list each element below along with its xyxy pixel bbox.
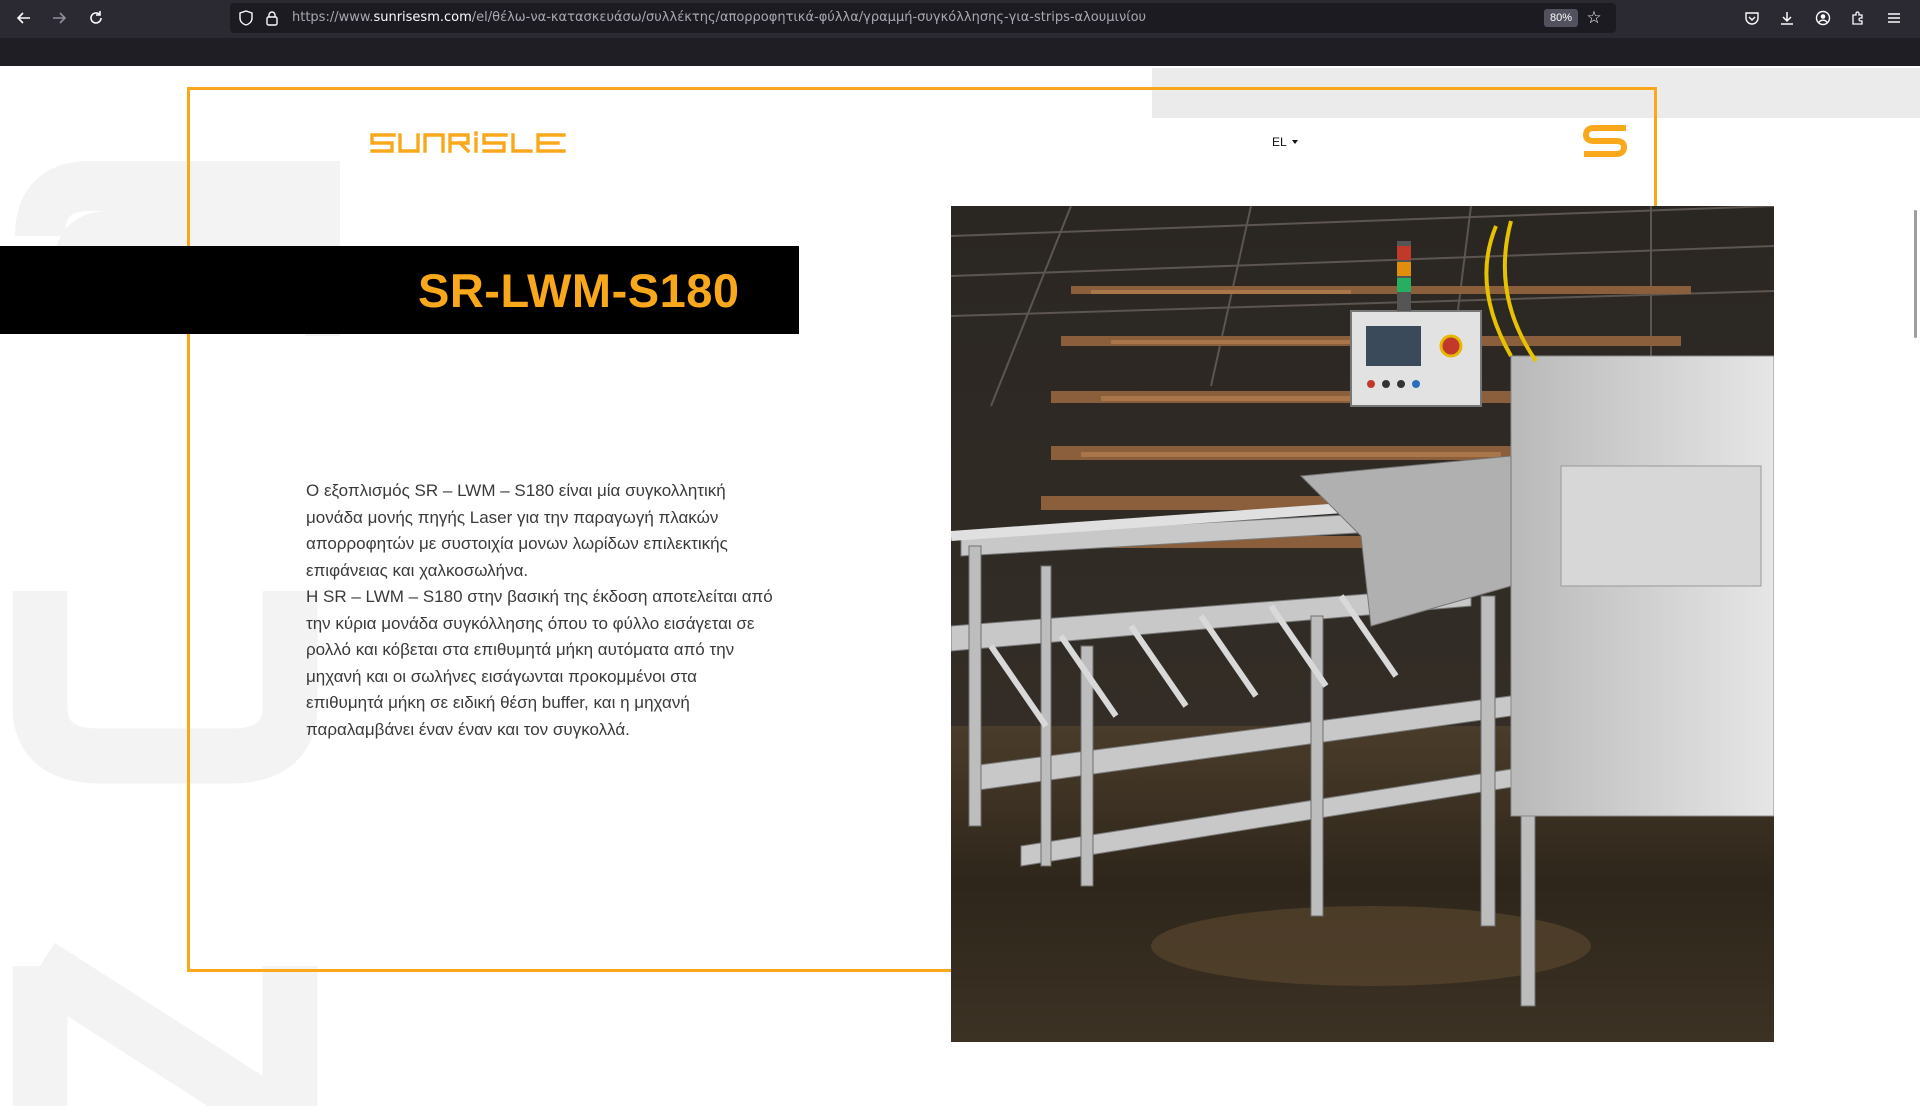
url-prefix: https://www. xyxy=(292,10,374,25)
url-host: sunrisesm.com xyxy=(373,10,472,25)
language-label: EL xyxy=(1272,135,1287,149)
pocket-icon[interactable] xyxy=(1740,6,1764,30)
description-paragraph-1: Ο εξοπλισμός SR – LWM – S180 είναι μία σ… xyxy=(306,481,728,580)
chevron-down-icon xyxy=(1291,140,1298,144)
shield-icon[interactable] xyxy=(238,10,254,26)
address-bar[interactable]: https://www.sunrisesm.com/el/θέλω-να-κατ… xyxy=(230,3,1616,33)
download-icon[interactable] xyxy=(1775,6,1799,30)
zoom-level-badge[interactable]: 80% xyxy=(1544,9,1579,27)
page-scrollbar-thumb[interactable] xyxy=(1914,210,1917,338)
description-paragraph-2: Η SR – LWM – S180 στην βασική της έκδοση… xyxy=(306,587,773,739)
machine-photo xyxy=(951,206,1774,1042)
account-icon[interactable] xyxy=(1811,6,1835,30)
sunrise-logo[interactable] xyxy=(370,126,568,160)
browser-toolbar: https://www.sunrisesm.com/el/θέλω-να-κατ… xyxy=(0,0,1920,66)
product-title-bar: SR-LWM-S180 xyxy=(0,246,799,334)
language-selector[interactable]: EL xyxy=(1272,132,1298,152)
forward-arrow-icon[interactable] xyxy=(47,6,71,30)
lock-icon[interactable] xyxy=(264,10,280,26)
menu-icon[interactable] xyxy=(1882,6,1906,30)
product-description: Ο εξοπλισμός SR – LWM – S180 είναι μία σ… xyxy=(306,478,776,743)
bookmark-star-icon[interactable]: ☆ xyxy=(1584,8,1604,28)
back-arrow-icon[interactable] xyxy=(12,6,36,30)
reload-icon[interactable] xyxy=(84,6,108,30)
product-title: SR-LWM-S180 xyxy=(418,264,740,317)
extensions-icon[interactable] xyxy=(1846,6,1870,30)
url-text[interactable]: https://www.sunrisesm.com/el/θέλω-να-κατ… xyxy=(292,3,1146,33)
url-path: /el/θέλω-να-κατασκευάσω/συλλέκτης/απορρο… xyxy=(471,10,1147,25)
browser-tabstrip xyxy=(0,38,1920,66)
sunrise-s-icon[interactable] xyxy=(1582,124,1628,158)
web-page: EL SR-LWM-S180 Ο εξοπλισμός SR – LWM – S… xyxy=(0,66,1920,1106)
